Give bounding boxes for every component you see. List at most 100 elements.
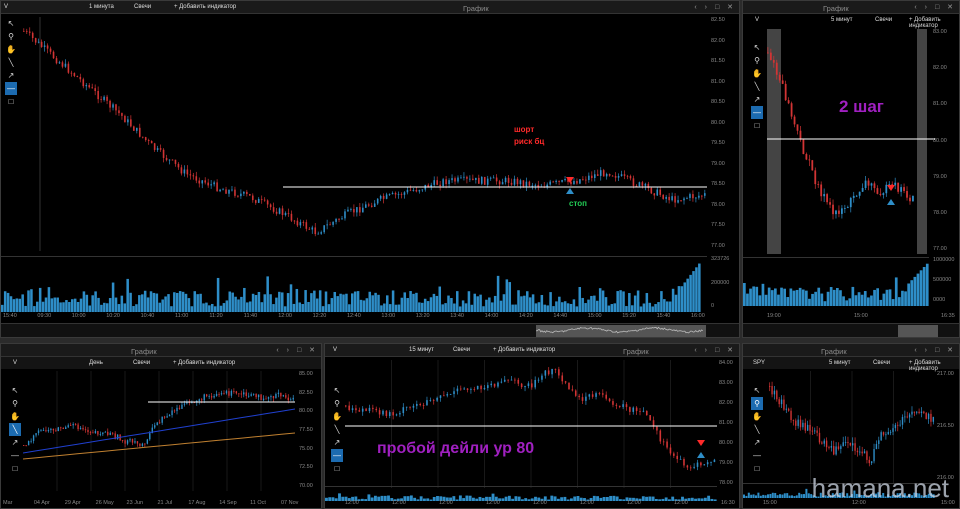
ticker-label[interactable]: V: [333, 347, 337, 353]
price-axis[interactable]: 84.00 83.00 82.00 81.00 80.00 79.00 78.00: [717, 360, 739, 488]
zoom-icon[interactable]: ⚲: [751, 54, 763, 67]
time-axis[interactable]: Mar 04 Apr 29 Apr 26 May 23 Jun 21 Jul 17 Aug 1…: [1, 500, 301, 508]
hand-icon[interactable]: ✋: [331, 410, 343, 423]
candle-body: [463, 176, 465, 178]
price-plot[interactable]: [767, 29, 935, 254]
zoom-icon[interactable]: ⚲: [5, 30, 17, 43]
hline-icon[interactable]: —: [9, 449, 21, 462]
time-tick: 12:00: [533, 500, 547, 506]
price-axis[interactable]: 85.00 82.50 80.00 77.50 75.00 72.50 70.00: [297, 371, 321, 491]
candle-body: [602, 393, 604, 395]
hline-icon[interactable]: —: [751, 449, 763, 462]
price-plot[interactable]: 78.52: [23, 17, 707, 251]
hand-icon[interactable]: ✋: [5, 43, 17, 56]
arrow-icon[interactable]: ↗: [751, 93, 763, 106]
hline-icon[interactable]: —: [331, 449, 343, 462]
window-controls[interactable]: ‹ › □ ✕: [276, 346, 318, 354]
zoom-icon[interactable]: ⚲: [9, 397, 21, 410]
ticker-label[interactable]: V: [13, 360, 17, 366]
price-plot[interactable]: [345, 360, 717, 488]
cursor-icon[interactable]: ↖: [331, 384, 343, 397]
rect-icon[interactable]: □: [331, 462, 343, 475]
interval-select[interactable]: День: [89, 360, 103, 366]
chart-type-select[interactable]: Свечи: [873, 360, 890, 366]
hline-icon[interactable]: —: [751, 106, 763, 119]
candle-body: [453, 391, 455, 395]
rect-icon[interactable]: □: [751, 462, 763, 475]
volume-bar: [795, 289, 799, 306]
window-controls[interactable]: ‹ › □ ✕: [694, 346, 736, 354]
axis-tick: 82.50: [299, 389, 313, 396]
zoom-icon[interactable]: ⚲: [751, 397, 763, 410]
axis-tick: 72.50: [299, 464, 313, 471]
interval-select[interactable]: 15 минут: [409, 347, 434, 353]
add-indicator-button[interactable]: + Добавить индикатор: [493, 347, 555, 353]
chart-type-select[interactable]: Свечи: [133, 360, 150, 366]
rect-icon[interactable]: □: [751, 119, 763, 132]
price-plot[interactable]: [23, 371, 295, 491]
zoom-icon[interactable]: ⚲: [331, 397, 343, 410]
cursor-icon[interactable]: ↖: [5, 17, 17, 30]
line-icon[interactable]: ╲: [751, 423, 763, 436]
line-icon[interactable]: ╲: [751, 80, 763, 93]
cursor-icon[interactable]: ↖: [751, 41, 763, 54]
interval-select[interactable]: 5 минут: [829, 360, 851, 366]
volume-bar: [71, 299, 74, 312]
hand-icon[interactable]: ✋: [9, 410, 21, 423]
price-axis[interactable]: 217.00 216.50 216.00: [935, 371, 959, 483]
time-axis[interactable]: 12:00 12:00 12:00 12:00 12:00 12:00 12:00 12:00…: [325, 500, 739, 508]
arrow-icon[interactable]: ↗: [9, 436, 21, 449]
volume-bar: [310, 293, 313, 312]
arrow-icon[interactable]: ↗: [751, 436, 763, 449]
chart-type-select[interactable]: Свечи: [134, 4, 151, 10]
candle-body: [564, 179, 566, 181]
line-icon[interactable]: ╲: [331, 423, 343, 436]
hand-icon[interactable]: ✋: [751, 67, 763, 80]
window-controls[interactable]: ‹ › □ ✕: [914, 3, 956, 11]
ticker-label[interactable]: V: [755, 17, 759, 23]
window-controls[interactable]: ‹ › □ ✕: [694, 3, 736, 11]
time-axis[interactable]: 15:40 09:30 10:00 10:20 10:40 11:00 11:20 11:40…: [1, 313, 711, 321]
volume-bar: [916, 273, 920, 306]
rect-icon[interactable]: □: [5, 95, 17, 108]
window-controls[interactable]: ‹ › □ ✕: [914, 346, 956, 354]
line-icon[interactable]: ╲: [5, 56, 17, 69]
candle-body: [249, 194, 251, 196]
interval-select[interactable]: 5 минут: [831, 17, 853, 23]
price-axis[interactable]: 83.00 82.00 81.00 80.00 79.00 78.00 77.00: [931, 29, 959, 254]
line-icon[interactable]: ╲: [9, 423, 21, 436]
volume-axis: 1000000 500000 0000: [931, 257, 959, 305]
ticker-label[interactable]: V: [4, 4, 8, 10]
arrow-icon[interactable]: ↗: [331, 436, 343, 449]
chart-type-select[interactable]: Свечи: [875, 17, 892, 23]
hline-icon[interactable]: —: [5, 82, 17, 95]
candle-body: [208, 396, 210, 397]
volume-bar: [534, 303, 538, 312]
axis-tick: 78.00: [933, 209, 947, 216]
add-indicator-button[interactable]: + Добавить индикатор: [909, 17, 959, 29]
add-indicator-button[interactable]: + Добавить индикатор: [173, 360, 235, 366]
add-indicator-button[interactable]: + Добавить индикатор: [174, 4, 236, 10]
navigator-bar[interactable]: [1, 323, 739, 337]
volume-bar: [823, 301, 827, 306]
navigator-window[interactable]: [898, 325, 938, 337]
price-plot[interactable]: [769, 371, 935, 483]
candle-body: [222, 189, 224, 191]
chart-type-select[interactable]: Свечи: [453, 347, 470, 353]
candle-body: [355, 408, 357, 411]
price-axis[interactable]: 82.50 82.00 81.50 81.00 80.50 80.00 79.50 79.00…: [709, 17, 739, 251]
time-axis[interactable]: 19:00 15:00 16:35: [743, 313, 959, 321]
hand-icon[interactable]: ✋: [751, 410, 763, 423]
candle-body: [564, 381, 567, 383]
cursor-icon[interactable]: ↖: [751, 384, 763, 397]
ticker-label[interactable]: SPY: [753, 360, 765, 366]
rect-icon[interactable]: □: [9, 462, 21, 475]
candle-body: [460, 177, 462, 179]
cursor-icon[interactable]: ↖: [9, 384, 21, 397]
navigator-bar[interactable]: [743, 323, 959, 337]
candle-body: [67, 63, 70, 73]
candle-body: [500, 381, 503, 383]
axis-tick: 82.00: [933, 65, 947, 72]
arrow-icon[interactable]: ↗: [5, 69, 17, 82]
interval-select[interactable]: 1 минута: [89, 4, 114, 10]
